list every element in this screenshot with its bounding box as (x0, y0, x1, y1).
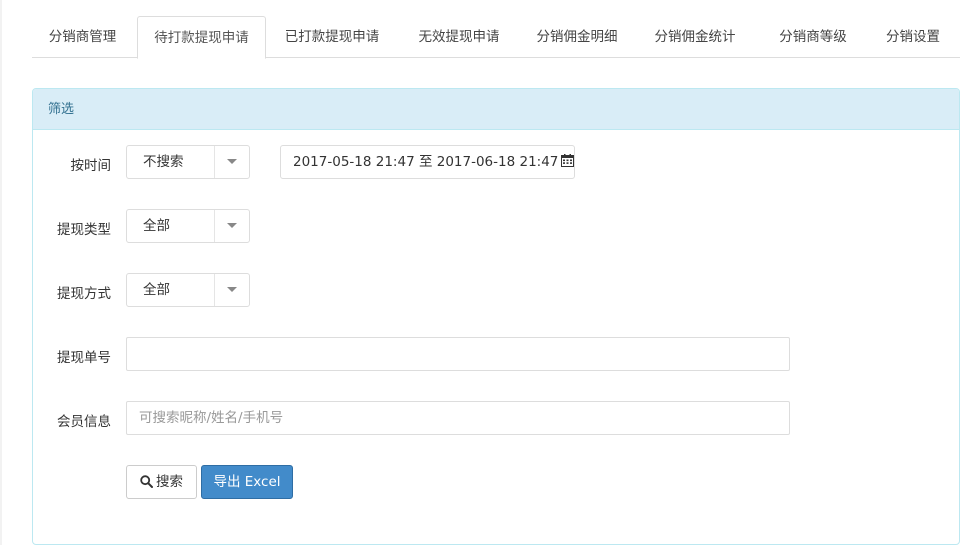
tab-distributor-management[interactable]: 分销商管理 (32, 16, 133, 58)
time-select[interactable]: 不搜索 (126, 145, 250, 179)
search-icon (140, 468, 153, 500)
withdraw-method-value: 全部 (143, 282, 170, 298)
tab-commission-details[interactable]: 分销佣金明细 (522, 16, 632, 58)
page-left-border (0, 0, 2, 545)
tab-pending-withdrawals[interactable]: 待打款提现申请 (137, 16, 266, 59)
calendar-icon (561, 147, 575, 167)
chevron-down-icon (227, 159, 237, 164)
search-button[interactable]: 搜索 (126, 465, 197, 499)
time-select-toggle[interactable] (214, 146, 250, 178)
tab-bar: 分销商管理 待打款提现申请 已打款提现申请 无效提现申请 分销佣金明细 分销佣金… (32, 16, 960, 59)
withdraw-type-toggle[interactable] (214, 210, 250, 242)
search-button-label: 搜索 (156, 474, 183, 490)
withdraw-method-toggle[interactable] (214, 274, 250, 306)
withdraw-type-select[interactable]: 全部 (126, 209, 250, 243)
chevron-down-icon (227, 287, 237, 292)
filter-panel: 筛选 按时间 不搜索 2017-05-18 21:47 至 2017-06-18… (32, 88, 960, 545)
tab-paid-withdrawals[interactable]: 已打款提现申请 (271, 16, 393, 58)
export-excel-button[interactable]: 导出 Excel (201, 465, 293, 499)
filter-panel-title: 筛选 (33, 89, 959, 130)
time-label: 按时间 (70, 158, 112, 174)
chevron-down-icon (227, 223, 237, 228)
export-excel-label: 导出 Excel (213, 474, 281, 490)
tab-invalid-withdrawals[interactable]: 无效提现申请 (404, 16, 514, 58)
order-number-label: 提现单号 (57, 350, 111, 366)
order-number-input[interactable] (126, 337, 790, 371)
date-range-value: 2017-05-18 21:47 至 2017-06-18 21:47 (293, 154, 559, 170)
tab-distribution-settings[interactable]: 分销设置 (866, 16, 960, 58)
time-select-value: 不搜索 (143, 154, 184, 170)
withdraw-type-value: 全部 (143, 218, 170, 234)
withdraw-method-select[interactable]: 全部 (126, 273, 250, 307)
member-info-input[interactable] (126, 401, 790, 435)
tab-commission-stats[interactable]: 分销佣金统计 (640, 16, 750, 58)
member-info-label: 会员信息 (57, 414, 111, 430)
date-range-picker[interactable]: 2017-05-18 21:47 至 2017-06-18 21:47 (280, 145, 575, 179)
withdraw-type-label: 提现类型 (57, 222, 111, 238)
tab-distributor-levels[interactable]: 分销商等级 (758, 16, 868, 58)
withdraw-method-label: 提现方式 (57, 286, 111, 302)
